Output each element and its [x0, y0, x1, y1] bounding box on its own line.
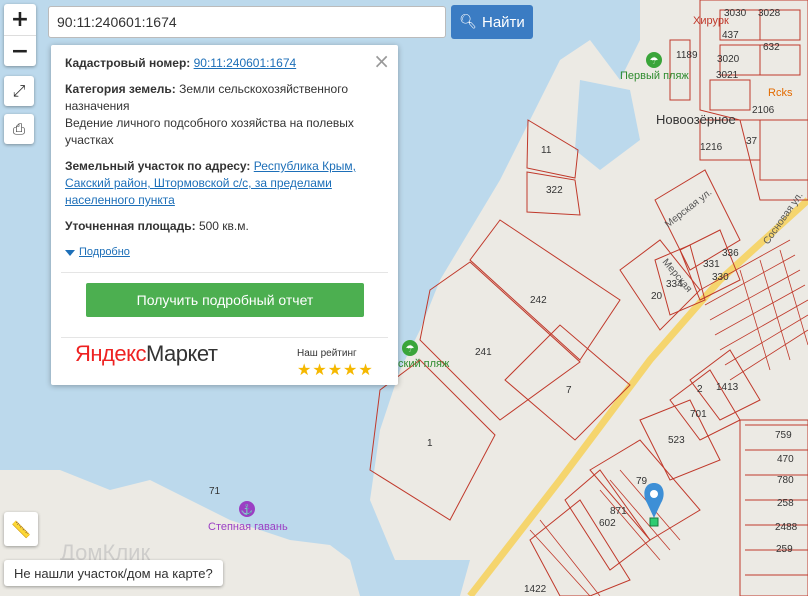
parcel-number-label: 11 — [541, 145, 552, 156]
parcel-number-label: 470 — [777, 454, 794, 465]
cadastral-label: Кадастровый номер: — [65, 56, 191, 70]
parcel-info-popup: × Кадастровый номер: 90:11:240601:1674 К… — [51, 45, 398, 385]
ruler-button[interactable]: 📏 — [4, 512, 38, 546]
beach2-label: ский пляж — [398, 358, 450, 370]
parcel-number-label: 20 — [651, 291, 663, 302]
parcel-number-label: 258 — [777, 498, 794, 509]
usage-2: участках — [65, 133, 114, 147]
parcel-number-label: 336 — [722, 248, 739, 259]
svg-text:☂: ☂ — [406, 344, 415, 355]
category-label: Категория земель: — [65, 82, 176, 96]
parcel-number-label: 3028 — [758, 8, 781, 19]
area-value: 500 кв.м. — [198, 219, 249, 233]
zoom-in-button[interactable]: + — [4, 4, 36, 35]
beach-marker-1[interactable]: ☂ — [646, 52, 662, 68]
search-icon: 🔍︎ — [459, 14, 477, 30]
parcel-number-label: 2 — [697, 384, 703, 395]
parcel-number-label: 330 — [712, 272, 729, 283]
address-label: Земельный участок по адресу: — [65, 159, 251, 173]
rating-stars: ★★★★★ — [297, 362, 374, 379]
rating-block: Наш рейтинг ★★★★★ — [297, 345, 374, 379]
category-value-1: Земли сельскохозяйственного — [179, 82, 349, 96]
address-link-1[interactable]: Республика Крым, — [254, 159, 356, 173]
harbor-label: Степная гавань — [208, 521, 288, 533]
parcel-number-label: 1189 — [676, 50, 698, 61]
parcel-number-label: 322 — [546, 185, 563, 196]
parcel-number-label: 523 — [668, 435, 685, 446]
cadastral-link[interactable]: 90:11:240601:1674 — [194, 56, 297, 70]
area-label: Уточненная площадь: — [65, 219, 196, 233]
parcel-number-label: 1422 — [524, 584, 547, 595]
parcel-number-label: 259 — [776, 544, 793, 555]
parcel-number-label: 3030 — [724, 8, 747, 19]
parcel-number-label: 7 — [566, 385, 572, 396]
beach-marker-2[interactable]: ☂ — [402, 340, 418, 356]
parcel-number-label: 871 — [610, 506, 627, 517]
parcel-number-label: 242 — [530, 295, 547, 306]
svg-text:⚓: ⚓ — [241, 503, 253, 516]
parcel-number-label: 780 — [777, 475, 794, 486]
parcel-number-label: 334 — [666, 279, 683, 290]
parcel-number-label: 3021 — [716, 70, 739, 81]
print-icon: ⎙ — [12, 120, 25, 138]
parcel-number-label: 701 — [690, 409, 707, 420]
parcel-number-label: 1413 — [716, 382, 739, 393]
usage-1: Ведение личного подсобного хозяйства на … — [65, 116, 354, 130]
search-button-label: Найти — [481, 13, 525, 31]
parcel-number-label: 79 — [636, 476, 648, 487]
ruler-icon: 📏 — [11, 519, 31, 539]
search-input[interactable] — [48, 6, 446, 38]
parcel-number-label: 37 — [746, 136, 758, 147]
parcel-number-label: 2106 — [752, 105, 775, 116]
parcel-number-label: 71 — [209, 486, 221, 497]
triangle-down-icon — [65, 249, 75, 256]
close-icon[interactable]: × — [373, 49, 390, 73]
parcel-number-label: 759 — [775, 430, 792, 441]
parcel-number-label: 437 — [722, 30, 739, 41]
fullscreen-button[interactable]: ⤢ — [4, 76, 34, 106]
zoom-control: + − — [4, 4, 36, 66]
address-link-3[interactable]: населенного пункта — [65, 193, 175, 207]
rcks-label: Rcks — [768, 87, 793, 99]
yandex-market-logo[interactable]: ЯндексМаркет — [75, 343, 218, 365]
print-button[interactable]: ⎙ — [4, 114, 34, 144]
search-button[interactable]: 🔍︎ Найти — [451, 5, 533, 39]
divider — [61, 272, 388, 273]
parcel-number-label: 241 — [475, 347, 492, 358]
zoom-out-button[interactable]: − — [4, 35, 36, 67]
parcel-number-label: 1 — [427, 438, 433, 449]
parcel-number-label: 1216 — [700, 142, 723, 153]
more-details-link[interactable]: Подробно — [65, 244, 384, 261]
parcel-number-label: 602 — [599, 518, 616, 529]
address-link-2[interactable]: Сакский район, Штормовской с/с, за преде… — [65, 176, 332, 190]
parcel-number-label: 3020 — [717, 54, 740, 65]
harbor-marker[interactable]: ⚓ — [239, 501, 255, 517]
divider — [61, 337, 388, 338]
rating-label: Наш рейтинг — [297, 348, 357, 359]
svg-text:☂: ☂ — [650, 56, 659, 67]
beach1-label: Первый пляж — [620, 70, 689, 82]
parcel-number-label: 2488 — [775, 522, 798, 533]
expand-icon: ⤢ — [12, 81, 26, 100]
category-value-2: назначения — [65, 99, 130, 113]
town-label: Новоозёрное — [656, 112, 736, 127]
report-button[interactable]: Получить подробный отчет — [86, 283, 364, 317]
parcel-number-label: 331 — [703, 259, 720, 270]
not-found-link[interactable]: Не нашли участок/дом на карте? — [4, 560, 223, 586]
more-label: Подробно — [79, 246, 130, 258]
parcel-number-label: 632 — [763, 42, 780, 53]
